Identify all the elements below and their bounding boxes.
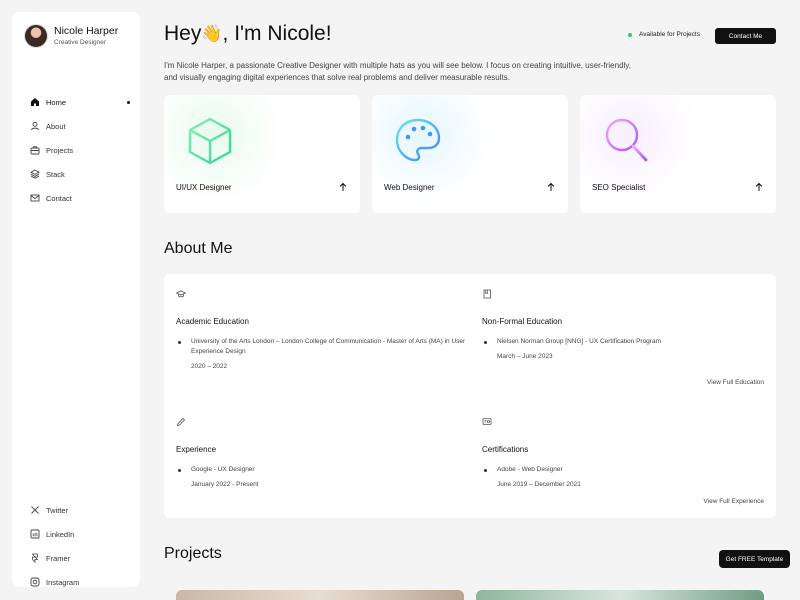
block-title: Academic Education — [176, 317, 249, 326]
active-indicator — [127, 101, 130, 104]
graduation-cap-icon — [175, 290, 187, 298]
project-thumbnail[interactable] — [176, 590, 464, 600]
nav-item-home[interactable]: Home — [30, 90, 136, 114]
arrow-up-icon — [339, 182, 347, 191]
nav-item-about[interactable]: About — [30, 114, 136, 138]
service-label: SEO Specialist — [592, 183, 646, 192]
social-links: Twitter LinkedIn Framer Instagram — [30, 498, 136, 594]
intro-text: I'm Nicole Harper, a passionate Creative… — [164, 61, 631, 82]
item-text: Nielsen Norman Group [NNG] - UX Certific… — [497, 338, 661, 345]
instagram-icon — [30, 577, 40, 587]
availability-status: Available for Projects — [628, 31, 700, 38]
search-icon — [605, 118, 648, 162]
item-date: June 2019 – December 2021 — [497, 481, 581, 488]
item-date: March – June 2023 — [497, 353, 553, 360]
item-date: 2020 – 2022 — [191, 363, 228, 370]
block-title: Experience — [176, 445, 217, 454]
block-title: Certifications — [482, 445, 529, 454]
service-label: UI/UX Designer — [176, 183, 232, 192]
nav-label: Home — [46, 97, 67, 107]
social-label: Twitter — [46, 505, 69, 515]
nav-menu: Home About Projects Stack Contact — [30, 90, 136, 210]
arrow-up-icon — [755, 182, 763, 191]
status-text: Available for Projects — [639, 31, 700, 38]
title-text: Hey — [164, 22, 202, 45]
service-label: Web Designer — [384, 183, 435, 192]
contact-me-button[interactable]: Contact Me — [715, 28, 776, 44]
palette-icon — [395, 118, 441, 162]
project-thumbnail[interactable] — [476, 590, 764, 600]
profile-role: Creative Designer — [54, 38, 107, 46]
item-text: University of the Arts London – London C… — [191, 338, 466, 355]
nav-label: Projects — [46, 145, 74, 155]
social-instagram[interactable]: Instagram — [30, 570, 136, 594]
academic-education-block: Academic Education University of the Art… — [175, 286, 466, 370]
home-icon — [30, 97, 40, 107]
service-card-uiux[interactable]: UI/UX Designer — [164, 95, 360, 213]
get-free-template-button[interactable]: Get FREE Template — [719, 550, 790, 568]
nav-label: Contact — [46, 193, 72, 203]
list-item: University of the Arts London – London C… — [176, 337, 466, 357]
framer-icon — [30, 553, 40, 563]
book-icon — [483, 289, 491, 299]
service-card-seo[interactable]: SEO Specialist — [580, 95, 776, 213]
nav-label: About — [46, 121, 66, 131]
user-icon — [30, 121, 40, 131]
avatar — [24, 24, 48, 48]
block-title: Non-Formal Education — [482, 317, 563, 326]
view-full-experience-link[interactable]: View Full Experience — [703, 498, 764, 505]
briefcase-icon — [30, 145, 40, 155]
social-twitter[interactable]: Twitter — [30, 498, 136, 522]
profile-name: Nicole Harper — [54, 24, 119, 37]
linkedin-icon — [30, 529, 40, 539]
social-label: LinkedIn — [46, 529, 75, 539]
social-label: Instagram — [46, 577, 80, 587]
projects-section-title: Projects — [164, 545, 222, 562]
about-section-title: About Me — [164, 240, 233, 257]
mail-icon — [30, 193, 40, 203]
social-label: Framer — [46, 553, 71, 563]
item-text: Adobe - Web Designer — [497, 466, 563, 473]
certifications-block: Certifications Adobe - Web Designer June… — [482, 414, 772, 488]
profile[interactable]: Nicole Harper Creative Designer — [24, 24, 118, 48]
nav-item-contact[interactable]: Contact — [30, 186, 136, 210]
service-card-web[interactable]: Web Designer — [372, 95, 568, 213]
list-item: Nielsen Norman Group [NNG] - UX Certific… — [482, 337, 772, 347]
view-full-education-link[interactable]: View Full Education — [707, 379, 764, 386]
certificate-icon — [482, 418, 492, 425]
social-linkedin[interactable]: LinkedIn — [30, 522, 136, 546]
item-text: Google - UX Designer — [191, 466, 255, 473]
about-panel: Academic Education University of the Art… — [164, 274, 776, 518]
list-item: Adobe - Web Designer — [482, 465, 772, 475]
social-framer[interactable]: Framer — [30, 546, 136, 570]
list-item: Google - UX Designer — [176, 465, 466, 475]
experience-block: Experience Google - UX Designer January … — [176, 414, 466, 488]
nav-item-projects[interactable]: Projects — [30, 138, 136, 162]
nav-label: Stack — [46, 169, 65, 179]
page-title: Hey👋, I'm Nicole! — [164, 22, 332, 46]
cube-icon — [188, 117, 232, 165]
nonformal-education-block: Non-Formal Education Nielsen Norman Grou… — [482, 286, 772, 360]
sidebar: Nicole Harper Creative Designer Home Abo… — [12, 12, 140, 587]
nav-item-stack[interactable]: Stack — [30, 162, 136, 186]
item-date: January 2022 - Present — [191, 481, 259, 488]
x-icon — [30, 505, 40, 515]
layers-icon — [30, 169, 40, 179]
status-dot — [628, 32, 632, 37]
pen-icon — [176, 417, 186, 427]
arrow-up-icon — [547, 182, 555, 191]
title-text: , I'm Nicole! — [222, 22, 332, 45]
wave-emoji: 👋 — [201, 24, 223, 43]
